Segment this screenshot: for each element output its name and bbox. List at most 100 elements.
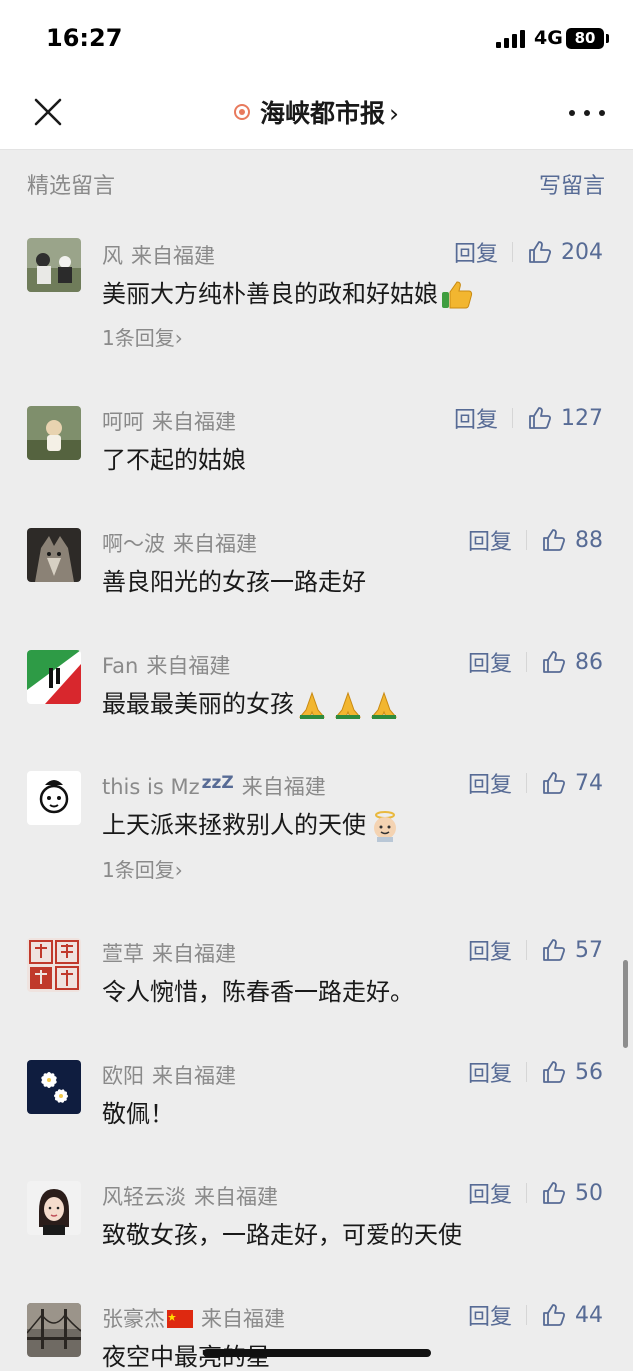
thumbs-up-icon xyxy=(543,1061,566,1083)
comment-meta: 风轻云淡 来自福建 xyxy=(102,1181,278,1211)
like-count: 74 xyxy=(575,770,603,796)
view-replies-link[interactable]: 1条回复› xyxy=(102,854,183,883)
sleep-zzz-icon: zzZ xyxy=(201,773,234,793)
avatar[interactable] xyxy=(27,1181,81,1235)
view-replies-link[interactable]: 1条回复› xyxy=(102,322,183,351)
divider xyxy=(526,1305,527,1325)
praying-hands-emoji-icon xyxy=(298,691,398,719)
comment-meta: 张豪杰 来自福建 xyxy=(102,1303,285,1333)
comment-location: 来自福建 xyxy=(131,244,215,268)
comment-location: 来自福建 xyxy=(152,1064,236,1088)
divider xyxy=(526,652,527,672)
account-title-link[interactable]: 海峡都市报 › xyxy=(0,94,633,130)
account-name: 海峡都市报 xyxy=(259,99,385,128)
reply-button[interactable]: 回复 xyxy=(454,236,498,268)
more-dot-icon xyxy=(599,110,605,116)
scrollbar-thumb[interactable] xyxy=(623,960,628,1048)
comment-actions: 回复 50 xyxy=(468,1177,603,1209)
network-type: 4G xyxy=(534,27,563,49)
commenter-name: 风 xyxy=(102,244,123,268)
like-button[interactable]: 50 xyxy=(541,1180,603,1206)
comment-text: 致敬女孩，一路走好，可爱的天使 xyxy=(102,1221,462,1249)
reply-button[interactable]: 回复 xyxy=(468,767,512,799)
screen: 16:27 4G 80 海峡都市报 › 精选留言 写留言 风 来自福建 回复 2… xyxy=(0,0,633,1371)
comment-text: 了不起的姑娘 xyxy=(102,446,246,474)
reply-button[interactable]: 回复 xyxy=(454,402,498,434)
avatar[interactable] xyxy=(27,528,81,582)
more-dot-icon xyxy=(584,110,590,116)
like-button[interactable]: 44 xyxy=(541,1302,603,1328)
avatar[interactable] xyxy=(27,1303,81,1357)
comment-location: 来自福建 xyxy=(152,942,236,966)
comment-actions: 回复 44 xyxy=(468,1299,603,1331)
reply-button[interactable]: 回复 xyxy=(468,1177,512,1209)
like-button[interactable]: 204 xyxy=(527,239,603,265)
comment-text: 敬佩！ xyxy=(102,1100,174,1128)
home-indicator[interactable] xyxy=(203,1349,431,1357)
comment-actions: 回复 57 xyxy=(468,934,603,966)
avatar[interactable] xyxy=(27,650,81,704)
chevron-right-icon: › xyxy=(389,99,399,128)
divider xyxy=(526,1183,527,1203)
avatar[interactable] xyxy=(27,238,81,292)
thumbs-up-icon xyxy=(543,529,566,551)
section-header: 精选留言 写留言 xyxy=(0,150,633,214)
reply-button[interactable]: 回复 xyxy=(468,524,512,556)
comment-actions: 回复 204 xyxy=(454,236,603,268)
avatar[interactable] xyxy=(27,771,81,825)
divider xyxy=(526,530,527,550)
comment-text: 令人惋惜，陈春香一路走好。 xyxy=(102,978,414,1006)
thumbs-up-icon xyxy=(529,241,552,263)
commenter-name: 呵呵 xyxy=(102,410,144,434)
divider xyxy=(526,1062,527,1082)
comment-meta: 啊～波 来自福建 xyxy=(102,528,257,558)
thumbs-up-icon xyxy=(543,1304,566,1326)
divider xyxy=(512,408,513,428)
comment-actions: 回复 86 xyxy=(468,646,603,678)
write-comment-link[interactable]: 写留言 xyxy=(539,168,605,200)
thumbs-up-emoji-icon xyxy=(442,281,473,309)
comment-location: 来自福建 xyxy=(241,775,326,799)
comment-location: 来自福建 xyxy=(173,532,257,556)
like-button[interactable]: 74 xyxy=(541,770,603,796)
battery-tip xyxy=(606,34,609,43)
comment-meta: 欧阳 来自福建 xyxy=(102,1060,236,1090)
like-count: 204 xyxy=(561,239,603,265)
comment-actions: 回复 74 xyxy=(468,767,603,799)
comment-location: 来自福建 xyxy=(152,410,236,434)
reply-button[interactable]: 回复 xyxy=(468,1056,512,1088)
reply-button[interactable]: 回复 xyxy=(468,934,512,966)
comment-text: 上天派来拯救别人的天使 xyxy=(102,805,402,842)
comment-actions: 回复 56 xyxy=(468,1056,603,1088)
avatar[interactable] xyxy=(27,1060,81,1114)
reply-button[interactable]: 回复 xyxy=(468,646,512,678)
avatar[interactable] xyxy=(27,406,81,460)
signal-icon xyxy=(496,30,526,48)
thumbs-up-icon xyxy=(543,939,566,961)
more-dot-icon xyxy=(569,110,575,116)
like-count: 88 xyxy=(575,527,603,553)
commenter-name: 啊～波 xyxy=(102,532,165,556)
like-button[interactable]: 86 xyxy=(541,649,603,675)
section-title: 精选留言 xyxy=(27,174,116,199)
thumbs-up-icon xyxy=(543,1182,566,1204)
commenter-name: 风轻云淡 xyxy=(102,1185,186,1209)
like-button[interactable]: 56 xyxy=(541,1059,603,1085)
comment-text: 最最最美丽的女孩 xyxy=(102,684,404,720)
more-button[interactable] xyxy=(567,98,607,128)
nav-bar: 海峡都市报 › xyxy=(0,78,633,150)
comment-meta: 呵呵 来自福建 xyxy=(102,406,236,436)
thumbs-up-icon xyxy=(529,407,552,429)
comment-text: 美丽大方纯朴善良的政和好姑娘 xyxy=(102,274,474,310)
status-bar: 16:27 4G 80 xyxy=(0,0,633,78)
like-button[interactable]: 127 xyxy=(527,405,603,431)
comment-meta: 萱草 来自福建 xyxy=(102,938,236,968)
like-button[interactable]: 57 xyxy=(541,937,603,963)
comment-actions: 回复 127 xyxy=(454,402,603,434)
avatar[interactable] xyxy=(27,938,81,992)
comment-meta: this is Mz zzZ 来自福建 xyxy=(102,771,326,801)
like-count: 50 xyxy=(575,1180,603,1206)
thumbs-up-icon xyxy=(543,651,566,673)
like-button[interactable]: 88 xyxy=(541,527,603,553)
reply-button[interactable]: 回复 xyxy=(468,1299,512,1331)
